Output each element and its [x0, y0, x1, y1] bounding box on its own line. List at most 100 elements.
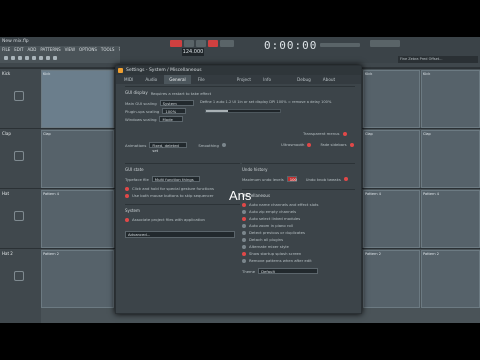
associate-checkbox[interactable]	[125, 217, 129, 222]
misc-checkbox[interactable]	[242, 230, 246, 235]
pattern-clip[interactable]: Pattern 4	[41, 190, 114, 248]
menu-file[interactable]: FILE	[2, 47, 10, 52]
pattern-clip[interactable]: Pattern 4	[363, 190, 420, 248]
animations-select[interactable]: Fixed, deleted set	[149, 142, 188, 153]
system-section: System Associate project files with appl…	[125, 204, 240, 234]
dialog-titlebar[interactable]: Settings - System / Miscellaneous	[116, 66, 361, 75]
pattern-song-toggle[interactable]	[220, 40, 234, 47]
misc-checkbox[interactable]	[242, 216, 246, 221]
mouse-buttons-checkbox[interactable]	[125, 193, 129, 198]
main-scaling-select[interactable]: System	[159, 100, 194, 106]
undo-max-label: Maximum undo levels	[242, 176, 284, 182]
pattern-clip[interactable]: Kick	[421, 70, 480, 128]
pattern-clip[interactable]: Pattern 2	[363, 250, 420, 308]
pattern-clip[interactable]: Pattern 2	[421, 250, 480, 308]
menu-patterns[interactable]: PATTERNS	[40, 47, 60, 52]
ultrasmooth-checkbox[interactable]	[307, 142, 312, 147]
pattern-clip[interactable]: Pattern 2	[41, 250, 114, 308]
loop-button[interactable]	[208, 40, 218, 47]
mouse-buttons-label: Use both mouse buttons to skip sequencer	[132, 193, 214, 198]
slice-tool-icon[interactable]	[32, 56, 36, 60]
tab-file[interactable]: File	[193, 75, 210, 84]
menu-view[interactable]: VIEW	[65, 47, 75, 52]
misc-checkbox[interactable]	[242, 258, 246, 263]
pattern-clip[interactable]: Clap	[421, 130, 480, 188]
misc-option-label: Show startup splash screen	[249, 251, 302, 256]
delete-tool-icon[interactable]	[18, 56, 22, 60]
track-icon	[14, 91, 24, 101]
track-name: Kick	[2, 71, 11, 76]
playlist-tools	[0, 54, 120, 62]
zoom-tool-icon[interactable]	[46, 56, 50, 60]
misc-section: Miscellaneous Auto name channels and eff…	[242, 189, 355, 309]
misc-option-label: Alternate mixer style	[249, 244, 289, 249]
record-button[interactable]	[170, 40, 182, 47]
pattern-clip[interactable]: Kick	[363, 70, 420, 128]
track-header[interactable]: Kick	[0, 68, 41, 128]
tab-general[interactable]: General	[164, 75, 191, 84]
window-title: New mix.flp	[2, 39, 29, 44]
undo-knob-checkbox[interactable]	[343, 177, 348, 181]
stop-button[interactable]	[196, 40, 206, 47]
misc-checkbox[interactable]	[242, 237, 246, 242]
smoothing-knob[interactable]	[221, 143, 226, 147]
misc-checkbox[interactable]	[242, 223, 246, 228]
track-name: Hat	[2, 191, 10, 196]
fade-checkbox[interactable]	[349, 142, 354, 147]
time-display: 0:00:00	[264, 39, 318, 52]
scaling-slider[interactable]	[205, 109, 281, 113]
track-icon	[14, 271, 24, 281]
pattern-label: Kick	[423, 72, 431, 76]
gesture-label: Click and hold for special gesture funct…	[132, 186, 215, 191]
undo-max-input[interactable]: 100	[286, 176, 297, 182]
smoothing-label: Smoothing	[198, 142, 219, 148]
master-volume-slider[interactable]	[320, 43, 360, 47]
section-note: Requires a restart to take effect	[150, 91, 212, 96]
tab-debug[interactable]: Debug	[292, 75, 316, 84]
window-scaling-select[interactable]: Mode	[159, 116, 184, 122]
section-heading: Undo history	[242, 167, 268, 172]
plugin-scaling-select[interactable]: 100%	[162, 108, 187, 114]
tab-midi[interactable]: MIDI	[119, 75, 138, 84]
pattern-label: Clap	[423, 132, 431, 136]
paint-tool-icon[interactable]	[11, 56, 15, 60]
draw-tool-icon[interactable]	[4, 56, 8, 60]
hint-bar: Fine Zebra Pred Offset...	[398, 56, 478, 63]
misc-checkbox[interactable]	[242, 209, 246, 214]
settings-tabs: MIDI Audio General File Project Info Deb…	[116, 75, 361, 84]
tab-project[interactable]: Project	[232, 75, 256, 84]
section-heading: GUI display	[125, 90, 148, 95]
daw-window: New mix.flp FILE EDIT ADD PATTERNS VIEW …	[0, 37, 480, 323]
track-header[interactable]: Clap	[0, 128, 41, 188]
pattern-clip[interactable]: Pattern 4	[421, 190, 480, 248]
pattern-clip[interactable]: Clap	[41, 130, 114, 188]
pattern-clip[interactable]: Kick	[41, 70, 114, 128]
typeface-label: Typeface file	[125, 176, 149, 182]
misc-checkbox[interactable]	[242, 251, 246, 256]
play-button[interactable]	[184, 40, 194, 47]
track-header[interactable]: Hat	[0, 188, 41, 248]
menu-tools[interactable]: TOOLS	[101, 47, 115, 52]
misc-checkbox[interactable]	[242, 202, 246, 207]
menu-options[interactable]: OPTIONS	[79, 47, 97, 52]
tab-audio[interactable]: Audio	[140, 75, 162, 84]
tab-about[interactable]: About	[318, 75, 340, 84]
mute-tool-icon[interactable]	[25, 56, 29, 60]
window-scaling-label: Windows scaling	[125, 116, 157, 122]
tab-info[interactable]: Info	[258, 75, 276, 84]
pattern-clip[interactable]: Clap	[363, 130, 420, 188]
tempo-display[interactable]: 124.000	[182, 48, 204, 56]
transparent-checkbox[interactable]	[342, 131, 347, 136]
play-tool-icon[interactable]	[53, 56, 57, 60]
select-tool-icon[interactable]	[39, 56, 43, 60]
menu-add[interactable]: ADD	[27, 47, 36, 52]
gesture-checkbox[interactable]	[125, 186, 129, 191]
typeface-select[interactable]: Multi function things	[151, 176, 200, 182]
advanced-dropdown[interactable]: Advanced...	[125, 231, 235, 238]
transparent-label: Transparent menus	[303, 131, 340, 136]
menu-edit[interactable]: EDIT	[14, 47, 23, 52]
theme-select[interactable]: Default	[258, 268, 319, 274]
animations-label: Animations	[125, 142, 147, 148]
misc-checkbox[interactable]	[242, 244, 246, 249]
track-header[interactable]: Hat 2	[0, 248, 41, 308]
